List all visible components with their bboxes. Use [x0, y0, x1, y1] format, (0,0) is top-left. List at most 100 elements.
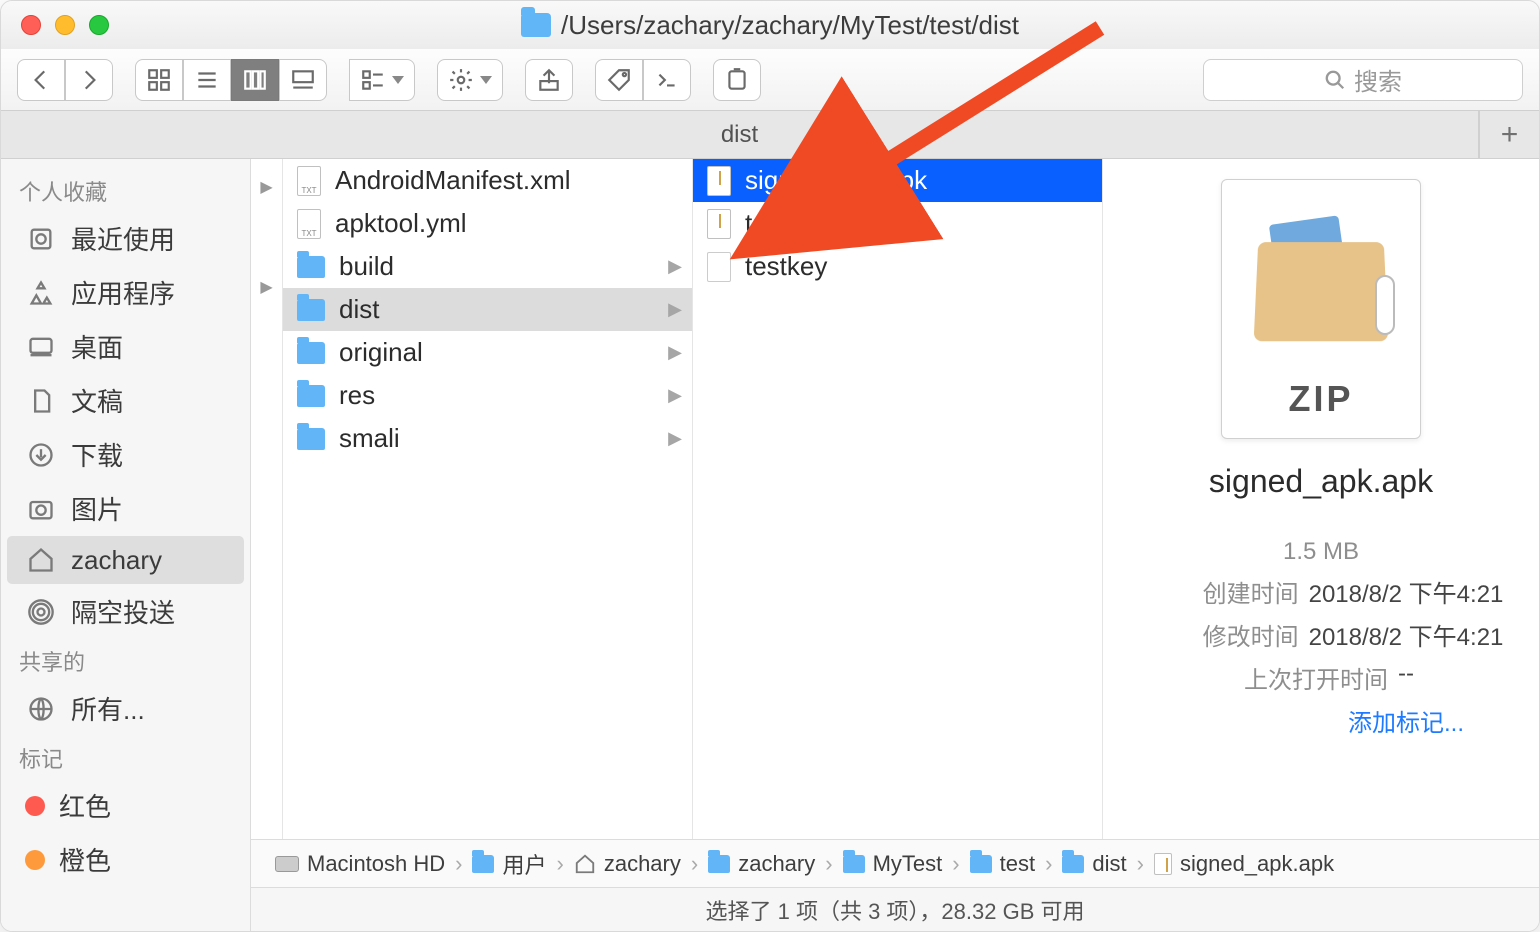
- folder-icon: [297, 256, 325, 278]
- sidebar-item-pictures[interactable]: 图片: [7, 482, 244, 535]
- new-tab-button[interactable]: +: [1479, 111, 1539, 158]
- meta-value: --: [1398, 660, 1414, 695]
- path-item[interactable]: test: [970, 851, 1035, 877]
- action-menu-button[interactable]: [437, 59, 503, 101]
- path-item-hd[interactable]: Macintosh HD: [275, 851, 445, 877]
- path-item-home[interactable]: zachary: [574, 851, 681, 877]
- zip-file-icon: [1154, 853, 1172, 875]
- gallery-icon: [290, 67, 316, 93]
- sidebar-item-label: 文稿: [71, 382, 123, 419]
- arrange-button[interactable]: [349, 59, 415, 101]
- zoom-window-button[interactable]: [89, 15, 109, 35]
- file-row[interactable]: TXT apktool.yml: [283, 202, 692, 245]
- list-icon: [194, 67, 220, 93]
- view-mode-buttons: [135, 59, 327, 101]
- nav-forward-button[interactable]: [65, 59, 113, 101]
- path-item[interactable]: zachary: [708, 851, 815, 877]
- folder-icon: [297, 428, 325, 450]
- terminal-shortcut-button[interactable]: [643, 59, 691, 101]
- file-row[interactable]: testkey: [693, 245, 1102, 288]
- sidebar-item-documents[interactable]: 文稿: [7, 374, 244, 427]
- folder-icon: [521, 13, 551, 37]
- sidebar-tag-red[interactable]: 红色: [7, 779, 244, 832]
- share-button[interactable]: [525, 59, 573, 101]
- preview-thumbnail: ZIP: [1221, 179, 1421, 439]
- folder-row[interactable]: smali ▶: [283, 417, 692, 460]
- columns-wrap: ▶ ▶ TXT AndroidManifest.xml TXT apktool.…: [251, 159, 1539, 839]
- column-handle-0: ▶ ▶: [251, 159, 283, 839]
- file-row[interactable]: TXT AndroidManifest.xml: [283, 159, 692, 202]
- meta-addtag[interactable]: 添加标记...: [1131, 699, 1511, 742]
- apps-icon: [25, 277, 57, 309]
- sidebar-item-airdrop[interactable]: 隔空投送: [7, 585, 244, 638]
- file-row[interactable]: test.apk: [693, 202, 1102, 245]
- folder-row[interactable]: build ▶: [283, 245, 692, 288]
- preview-pane: ZIP signed_apk.apk 1.5 MB 创建时间 2018/8/2 …: [1103, 159, 1539, 839]
- chevron-right-icon: ›: [1137, 851, 1144, 877]
- path-item[interactable]: dist: [1062, 851, 1126, 877]
- nav-back-button[interactable]: [17, 59, 65, 101]
- folder-row[interactable]: original ▶: [283, 331, 692, 374]
- finder-window: /Users/zachary/zachary/MyTest/test/dist: [0, 0, 1540, 932]
- chevron-right-icon: ›: [1045, 851, 1052, 877]
- body: 个人收藏 最近使用 应用程序 桌面 文稿 下载: [1, 159, 1539, 931]
- columns-icon: [242, 67, 268, 93]
- minimize-window-button[interactable]: [55, 15, 75, 35]
- trash-group: [713, 59, 761, 101]
- pathbar: Macintosh HD › 用户 › zachary › zachary ›: [251, 839, 1539, 887]
- sidebar-item-applications[interactable]: 应用程序: [7, 266, 244, 319]
- path-item-users[interactable]: 用户: [472, 848, 546, 880]
- folder-row-selected[interactable]: dist ▶: [283, 288, 692, 331]
- path-item[interactable]: MyTest: [843, 851, 943, 877]
- file-row-selected[interactable]: signed_apk.apk: [693, 159, 1102, 202]
- view-gallery-button[interactable]: [279, 59, 327, 101]
- status-text: 选择了 1 项（共 3 项），28.32 GB 可用: [706, 894, 1085, 926]
- search-input[interactable]: 搜索: [1203, 59, 1523, 101]
- tag-dot-icon: [25, 796, 45, 816]
- search-placeholder: 搜索: [1354, 62, 1402, 97]
- plus-icon: +: [1501, 118, 1519, 152]
- sidebar-item-label: 红色: [59, 787, 111, 824]
- folder-row[interactable]: res ▶: [283, 374, 692, 417]
- text-file-icon: TXT: [297, 166, 321, 196]
- meta-value: 2018/8/2 下午4:21: [1309, 574, 1504, 609]
- path-label: zachary: [604, 851, 681, 877]
- sidebar-item-recent[interactable]: 最近使用: [7, 212, 244, 265]
- chevron-right-icon: ▶: [668, 385, 682, 406]
- share-group: [525, 59, 573, 101]
- view-columns-button[interactable]: [231, 59, 279, 101]
- window-path: /Users/zachary/zachary/MyTest/test/dist: [561, 10, 1019, 41]
- meta-value: 2018/8/2 下午4:21: [1309, 617, 1504, 652]
- column-1: TXT AndroidManifest.xml TXT apktool.yml …: [283, 159, 693, 839]
- downloads-icon: [25, 439, 57, 471]
- file-name: res: [339, 380, 375, 411]
- path-label: dist: [1092, 851, 1126, 877]
- sidebar-item-desktop[interactable]: 桌面: [7, 320, 244, 373]
- meta-key: 创建时间: [1139, 574, 1299, 609]
- sidebar-item-all-shared[interactable]: 所有...: [7, 682, 244, 735]
- sidebar-tag-orange[interactable]: 橙色: [7, 833, 244, 886]
- titlebar: /Users/zachary/zachary/MyTest/test/dist: [1, 1, 1539, 49]
- view-list-button[interactable]: [183, 59, 231, 101]
- preview-metadata: 1.5 MB 创建时间 2018/8/2 下午4:21 修改时间 2018/8/…: [1131, 534, 1511, 742]
- view-icons-button[interactable]: [135, 59, 183, 101]
- meta-size: 1.5 MB: [1131, 534, 1511, 570]
- quicklook-button[interactable]: [713, 59, 761, 101]
- sidebar-item-downloads[interactable]: 下载: [7, 428, 244, 481]
- add-tag-link[interactable]: 添加标记...: [1348, 703, 1464, 738]
- sidebar-item-label: 最近使用: [71, 220, 175, 257]
- file-name: testkey: [745, 251, 827, 282]
- path-item-file[interactable]: signed_apk.apk: [1154, 851, 1334, 877]
- path-label: Macintosh HD: [307, 851, 445, 877]
- folder-icon: [472, 855, 494, 873]
- pictures-icon: [25, 493, 57, 525]
- path-label: test: [1000, 851, 1035, 877]
- chevron-right-icon: ›: [557, 851, 564, 877]
- tag-dot-icon: [25, 850, 45, 870]
- tab-dist[interactable]: dist: [1, 111, 1479, 158]
- sidebar-item-home[interactable]: zachary: [7, 536, 244, 584]
- sidebar-item-label: 应用程序: [71, 274, 175, 311]
- close-window-button[interactable]: [21, 15, 41, 35]
- chevron-right-icon: ▶: [668, 428, 682, 449]
- tag-button[interactable]: [595, 59, 643, 101]
